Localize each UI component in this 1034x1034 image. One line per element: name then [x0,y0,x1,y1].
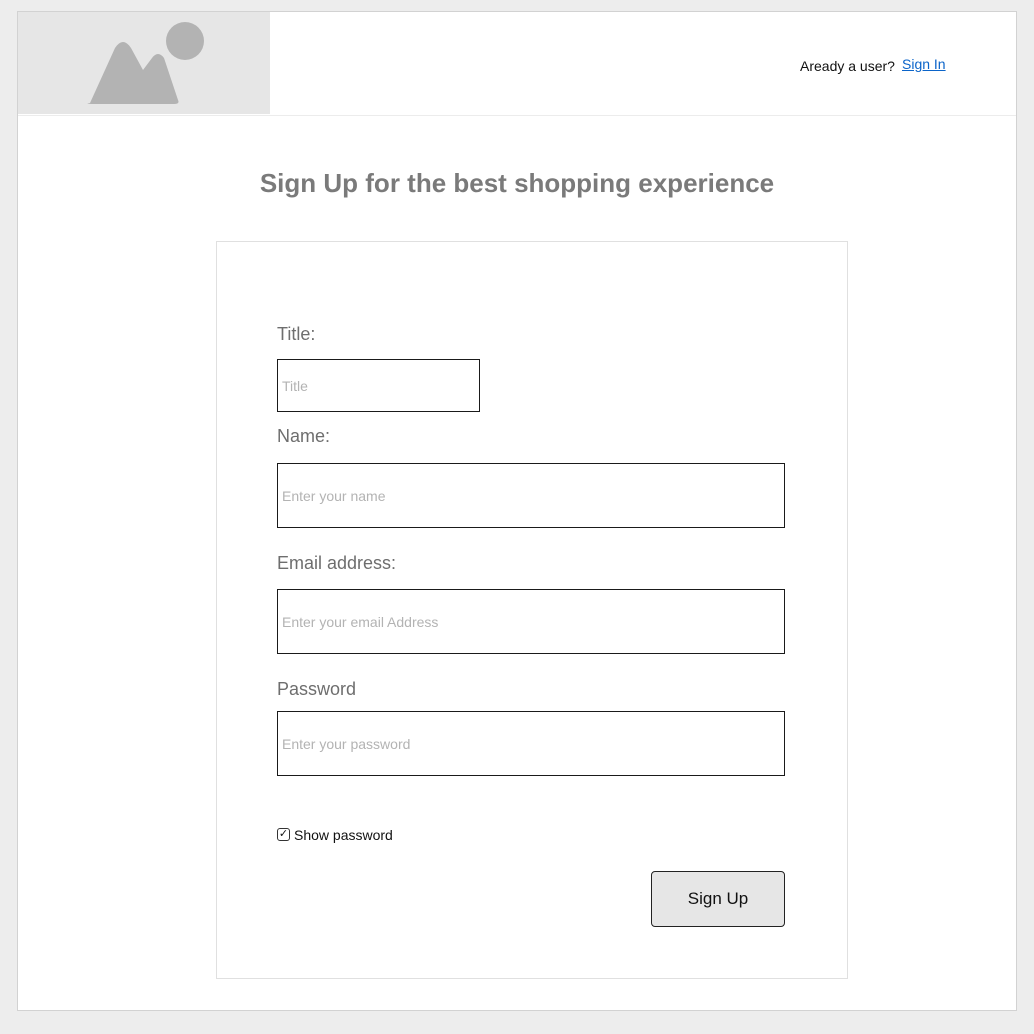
password-input[interactable] [277,711,785,776]
browser-window: Aready a user? Sign In Sign Up for the b… [17,11,1017,1011]
page-title: Sign Up for the best shopping experience [259,168,775,198]
title-label: Title: [277,324,316,344]
sign-up-button[interactable]: Sign Up [651,871,785,927]
name-input[interactable] [277,463,785,528]
email-input[interactable] [277,589,785,654]
signup-form-card: Title: Name: Email address: Password ✓ S… [216,241,848,979]
image-placeholder-icon [87,22,204,104]
sign-in-link[interactable]: Sign In [902,56,946,72]
header-bar: Aready a user? Sign In [18,12,1016,116]
name-label: Name: [277,426,331,446]
title-input[interactable] [277,359,480,412]
logo-placeholder [18,12,270,114]
already-user-text: Aready a user? [800,58,895,74]
show-password-checkbox[interactable]: ✓ [277,828,290,841]
email-label: Email address: [277,553,397,573]
password-label: Password [277,679,357,699]
show-password-label: Show password [294,827,393,843]
